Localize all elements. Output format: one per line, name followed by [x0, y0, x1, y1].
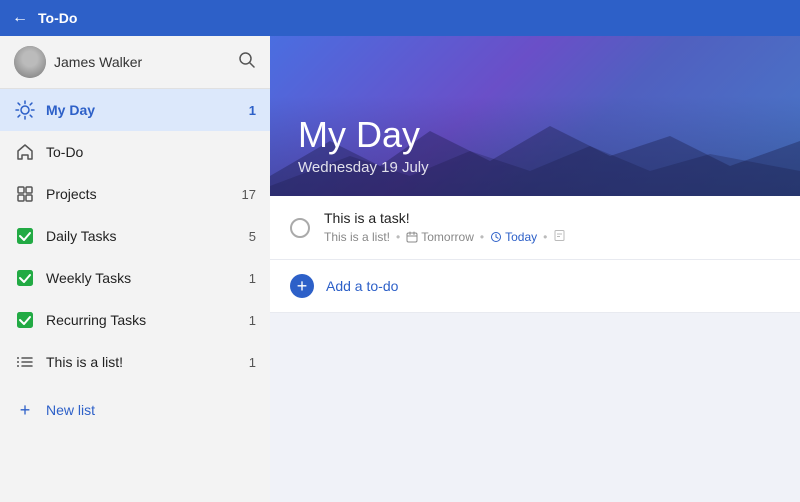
sidebar-item-daily-tasks[interactable]: Daily Tasks 5 — [0, 215, 270, 257]
home-icon — [14, 141, 36, 163]
task-meta-dot-2: • — [480, 230, 484, 244]
add-todo-label: Add a to-do — [326, 278, 398, 294]
sun-icon — [14, 99, 36, 121]
add-todo-plus-icon: + — [290, 274, 314, 298]
user-name: James Walker — [54, 54, 142, 70]
task-today-label: Today — [505, 230, 537, 244]
task-meta-list: This is a list! — [324, 230, 390, 244]
task-meta-tomorrow: Tomorrow — [406, 230, 474, 244]
app-title: To-Do — [38, 10, 77, 26]
task-meta-dot-3: • — [543, 230, 547, 244]
sidebar-item-label-weekly-tasks: Weekly Tasks — [46, 270, 249, 286]
sidebar-item-label-projects: Projects — [46, 186, 242, 202]
top-bar: ← To-Do — [0, 0, 800, 36]
sidebar-item-count-projects: 17 — [242, 187, 256, 202]
main-layout: James Walker — [0, 36, 800, 502]
add-todo-button[interactable]: + Add a to-do — [270, 260, 800, 313]
sidebar: James Walker — [0, 36, 270, 502]
sidebar-item-todo[interactable]: To-Do — [0, 131, 270, 173]
sidebar-item-label-my-day: My Day — [46, 102, 249, 118]
avatar — [14, 46, 46, 78]
plus-icon: + — [14, 399, 36, 421]
sidebar-item-weekly-tasks[interactable]: Weekly Tasks 1 — [0, 257, 270, 299]
task-title: This is a task! — [324, 210, 780, 226]
task-complete-button[interactable] — [290, 218, 310, 238]
sidebar-header: James Walker — [0, 36, 270, 89]
avatar-image — [14, 46, 46, 78]
checkbox-recurring-icon — [14, 309, 36, 331]
new-list-button[interactable]: + New list — [0, 387, 270, 433]
sidebar-item-label-todo: To-Do — [46, 144, 256, 160]
sidebar-item-label-this-is-a-list: This is a list! — [46, 354, 249, 370]
checkbox-daily-icon — [14, 225, 36, 247]
search-button[interactable] — [238, 51, 256, 74]
content-body: This is a task! This is a list! • Tomorr — [270, 196, 800, 502]
sidebar-item-label-recurring-tasks: Recurring Tasks — [46, 312, 249, 328]
sidebar-item-count-weekly-tasks: 1 — [249, 271, 256, 286]
sidebar-user: James Walker — [14, 46, 142, 78]
list-icon — [14, 351, 36, 373]
clock-icon — [490, 231, 502, 243]
sidebar-item-count-daily-tasks: 5 — [249, 229, 256, 244]
sidebar-item-count-recurring-tasks: 1 — [249, 313, 256, 328]
new-list-label: New list — [46, 402, 95, 418]
back-button[interactable]: ← — [12, 9, 28, 27]
content-header: My Day Wednesday 19 July — [270, 36, 800, 196]
calendar-icon — [406, 231, 418, 243]
note-icon — [553, 229, 566, 245]
sidebar-item-count-this-is-a-list: 1 — [249, 355, 256, 370]
content-title: My Day — [298, 115, 772, 155]
checkbox-weekly-icon — [14, 267, 36, 289]
sidebar-item-count-my-day: 1 — [249, 103, 256, 118]
task-meta-dot-1: • — [396, 230, 400, 244]
task-meta-today: Today — [490, 230, 537, 244]
sidebar-item-projects[interactable]: Projects 17 — [0, 173, 270, 215]
sidebar-item-my-day[interactable]: My Day 1 — [0, 89, 270, 131]
grid-icon — [14, 183, 36, 205]
task-tomorrow-label: Tomorrow — [421, 230, 474, 244]
content-date: Wednesday 19 July — [298, 159, 772, 176]
sidebar-item-recurring-tasks[interactable]: Recurring Tasks 1 — [0, 299, 270, 341]
task-item[interactable]: This is a task! This is a list! • Tomorr — [270, 196, 800, 260]
content-area: My Day Wednesday 19 July This is a task!… — [270, 36, 800, 502]
sidebar-item-label-daily-tasks: Daily Tasks — [46, 228, 249, 244]
task-info: This is a task! This is a list! • Tomorr — [324, 210, 780, 245]
task-meta: This is a list! • Tomorrow • — [324, 229, 780, 245]
sidebar-item-this-is-a-list[interactable]: This is a list! 1 — [0, 341, 270, 383]
